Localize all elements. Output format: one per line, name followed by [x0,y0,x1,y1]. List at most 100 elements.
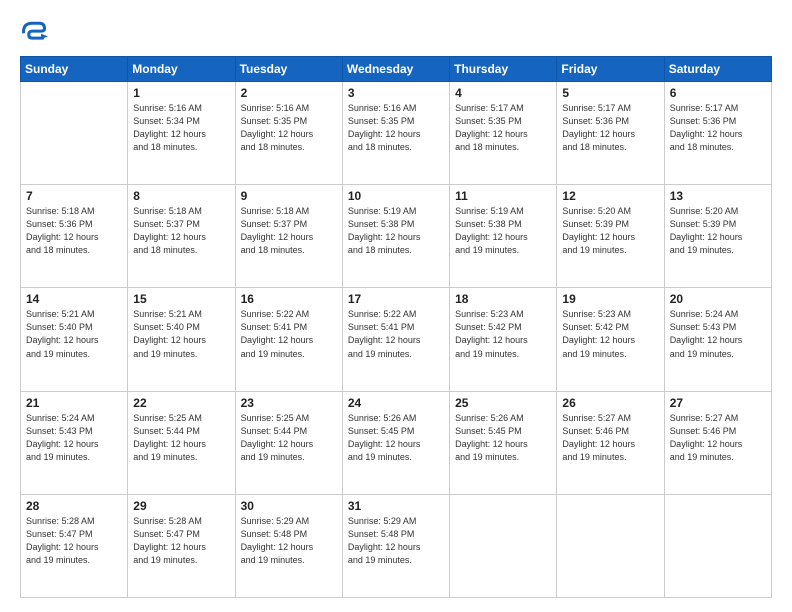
calendar-cell: 2 Sunrise: 5:16 AM Sunset: 5:35 PM Daylig… [235,82,342,185]
day-number: 3 [348,86,444,100]
day-info: Sunrise: 5:17 AM Sunset: 5:35 PM Dayligh… [455,102,551,154]
day-info: Sunrise: 5:23 AM Sunset: 5:42 PM Dayligh… [562,308,658,360]
calendar-cell: 16 Sunrise: 5:22 AM Sunset: 5:41 PM Dayli… [235,288,342,391]
calendar-cell: 24 Sunrise: 5:26 AM Sunset: 5:45 PM Dayli… [342,391,449,494]
calendar-cell: 30 Sunrise: 5:29 AM Sunset: 5:48 PM Dayli… [235,494,342,597]
day-number: 19 [562,292,658,306]
logo-icon [20,18,48,46]
week-row-5: 28 Sunrise: 5:28 AM Sunset: 5:47 PM Dayli… [21,494,772,597]
week-row-3: 14 Sunrise: 5:21 AM Sunset: 5:40 PM Dayli… [21,288,772,391]
day-info: Sunrise: 5:19 AM Sunset: 5:38 PM Dayligh… [455,205,551,257]
day-info: Sunrise: 5:26 AM Sunset: 5:45 PM Dayligh… [455,412,551,464]
day-info: Sunrise: 5:18 AM Sunset: 5:36 PM Dayligh… [26,205,122,257]
week-row-4: 21 Sunrise: 5:24 AM Sunset: 5:43 PM Dayli… [21,391,772,494]
calendar-cell: 25Sunrise: 5:26 AM Sunset: 5:45 PM Dayli… [450,391,557,494]
calendar-cell: 17 Sunrise: 5:22 AM Sunset: 5:41 PM Dayli… [342,288,449,391]
calendar-cell: 31 Sunrise: 5:29 AM Sunset: 5:48 PM Dayli… [342,494,449,597]
day-info: Sunrise: 5:21 AM Sunset: 5:40 PM Dayligh… [26,308,122,360]
day-number: 29 [133,499,229,513]
calendar-cell: 22 Sunrise: 5:25 AM Sunset: 5:44 PM Dayli… [128,391,235,494]
day-info: Sunrise: 5:28 AM Sunset: 5:47 PM Dayligh… [133,515,229,567]
day-number: 30 [241,499,337,513]
day-info: Sunrise: 5:23 AM Sunset: 5:42 PM Dayligh… [455,308,551,360]
calendar-cell: 27Sunrise: 5:27 AM Sunset: 5:46 PM Dayli… [664,391,771,494]
weekday-header-row: SundayMondayTuesdayWednesdayThursdayFrid… [21,57,772,82]
day-number: 15 [133,292,229,306]
day-info: Sunrise: 5:27 AM Sunset: 5:46 PM Dayligh… [562,412,658,464]
calendar-cell: 8 Sunrise: 5:18 AM Sunset: 5:37 PM Daylig… [128,185,235,288]
day-info: Sunrise: 5:29 AM Sunset: 5:48 PM Dayligh… [241,515,337,567]
day-info: Sunrise: 5:22 AM Sunset: 5:41 PM Dayligh… [241,308,337,360]
calendar-cell: 1Sunrise: 5:16 AM Sunset: 5:34 PM Daylig… [128,82,235,185]
weekday-header-wednesday: Wednesday [342,57,449,82]
calendar-cell: 7Sunrise: 5:18 AM Sunset: 5:36 PM Daylig… [21,185,128,288]
weekday-header-tuesday: Tuesday [235,57,342,82]
day-info: Sunrise: 5:20 AM Sunset: 5:39 PM Dayligh… [562,205,658,257]
day-number: 11 [455,189,551,203]
weekday-header-thursday: Thursday [450,57,557,82]
day-number: 16 [241,292,337,306]
calendar-cell: 3 Sunrise: 5:16 AM Sunset: 5:35 PM Daylig… [342,82,449,185]
day-info: Sunrise: 5:25 AM Sunset: 5:44 PM Dayligh… [241,412,337,464]
calendar-cell: 5 Sunrise: 5:17 AM Sunset: 5:36 PM Daylig… [557,82,664,185]
day-info: Sunrise: 5:21 AM Sunset: 5:40 PM Dayligh… [133,308,229,360]
day-info: Sunrise: 5:28 AM Sunset: 5:47 PM Dayligh… [26,515,122,567]
day-number: 1 [133,86,229,100]
calendar-cell: 29 Sunrise: 5:28 AM Sunset: 5:47 PM Dayli… [128,494,235,597]
day-number: 8 [133,189,229,203]
weekday-header-saturday: Saturday [664,57,771,82]
day-number: 14 [26,292,122,306]
calendar-cell: 10 Sunrise: 5:19 AM Sunset: 5:38 PM Dayli… [342,185,449,288]
calendar-cell: 26 Sunrise: 5:27 AM Sunset: 5:46 PM Dayli… [557,391,664,494]
calendar-cell [450,494,557,597]
day-info: Sunrise: 5:16 AM Sunset: 5:35 PM Dayligh… [241,102,337,154]
day-number: 10 [348,189,444,203]
calendar-cell: 9 Sunrise: 5:18 AM Sunset: 5:37 PM Daylig… [235,185,342,288]
calendar-cell: 14 Sunrise: 5:21 AM Sunset: 5:40 PM Dayli… [21,288,128,391]
day-number: 2 [241,86,337,100]
day-number: 27 [670,396,766,410]
day-info: Sunrise: 5:24 AM Sunset: 5:43 PM Dayligh… [26,412,122,464]
day-number: 23 [241,396,337,410]
calendar-cell: 15 Sunrise: 5:21 AM Sunset: 5:40 PM Dayli… [128,288,235,391]
weekday-header-friday: Friday [557,57,664,82]
day-number: 28 [26,499,122,513]
day-number: 17 [348,292,444,306]
calendar-cell: 18Sunrise: 5:23 AM Sunset: 5:42 PM Dayli… [450,288,557,391]
calendar-cell: 28 Sunrise: 5:28 AM Sunset: 5:47 PM Dayli… [21,494,128,597]
day-info: Sunrise: 5:20 AM Sunset: 5:39 PM Dayligh… [670,205,766,257]
day-info: Sunrise: 5:25 AM Sunset: 5:44 PM Dayligh… [133,412,229,464]
day-number: 26 [562,396,658,410]
calendar-cell: 6Sunrise: 5:17 AM Sunset: 5:36 PM Daylig… [664,82,771,185]
day-info: Sunrise: 5:18 AM Sunset: 5:37 PM Dayligh… [241,205,337,257]
day-info: Sunrise: 5:26 AM Sunset: 5:45 PM Dayligh… [348,412,444,464]
calendar-cell [21,82,128,185]
calendar-cell: 4 Sunrise: 5:17 AM Sunset: 5:35 PM Daylig… [450,82,557,185]
calendar-table: SundayMondayTuesdayWednesdayThursdayFrid… [20,56,772,598]
weekday-header-monday: Monday [128,57,235,82]
calendar-cell [557,494,664,597]
day-number: 31 [348,499,444,513]
day-info: Sunrise: 5:22 AM Sunset: 5:41 PM Dayligh… [348,308,444,360]
day-info: Sunrise: 5:18 AM Sunset: 5:37 PM Dayligh… [133,205,229,257]
calendar-cell: 20Sunrise: 5:24 AM Sunset: 5:43 PM Dayli… [664,288,771,391]
day-number: 9 [241,189,337,203]
day-number: 22 [133,396,229,410]
day-number: 21 [26,396,122,410]
day-number: 12 [562,189,658,203]
header [20,18,772,46]
logo [20,18,52,46]
day-info: Sunrise: 5:19 AM Sunset: 5:38 PM Dayligh… [348,205,444,257]
day-info: Sunrise: 5:16 AM Sunset: 5:35 PM Dayligh… [348,102,444,154]
calendar-cell: 21 Sunrise: 5:24 AM Sunset: 5:43 PM Dayli… [21,391,128,494]
calendar-cell [664,494,771,597]
day-number: 24 [348,396,444,410]
day-number: 4 [455,86,551,100]
week-row-2: 7Sunrise: 5:18 AM Sunset: 5:36 PM Daylig… [21,185,772,288]
day-number: 20 [670,292,766,306]
day-number: 5 [562,86,658,100]
calendar-cell: 13Sunrise: 5:20 AM Sunset: 5:39 PM Dayli… [664,185,771,288]
day-info: Sunrise: 5:17 AM Sunset: 5:36 PM Dayligh… [562,102,658,154]
calendar-cell: 23 Sunrise: 5:25 AM Sunset: 5:44 PM Dayli… [235,391,342,494]
day-info: Sunrise: 5:29 AM Sunset: 5:48 PM Dayligh… [348,515,444,567]
